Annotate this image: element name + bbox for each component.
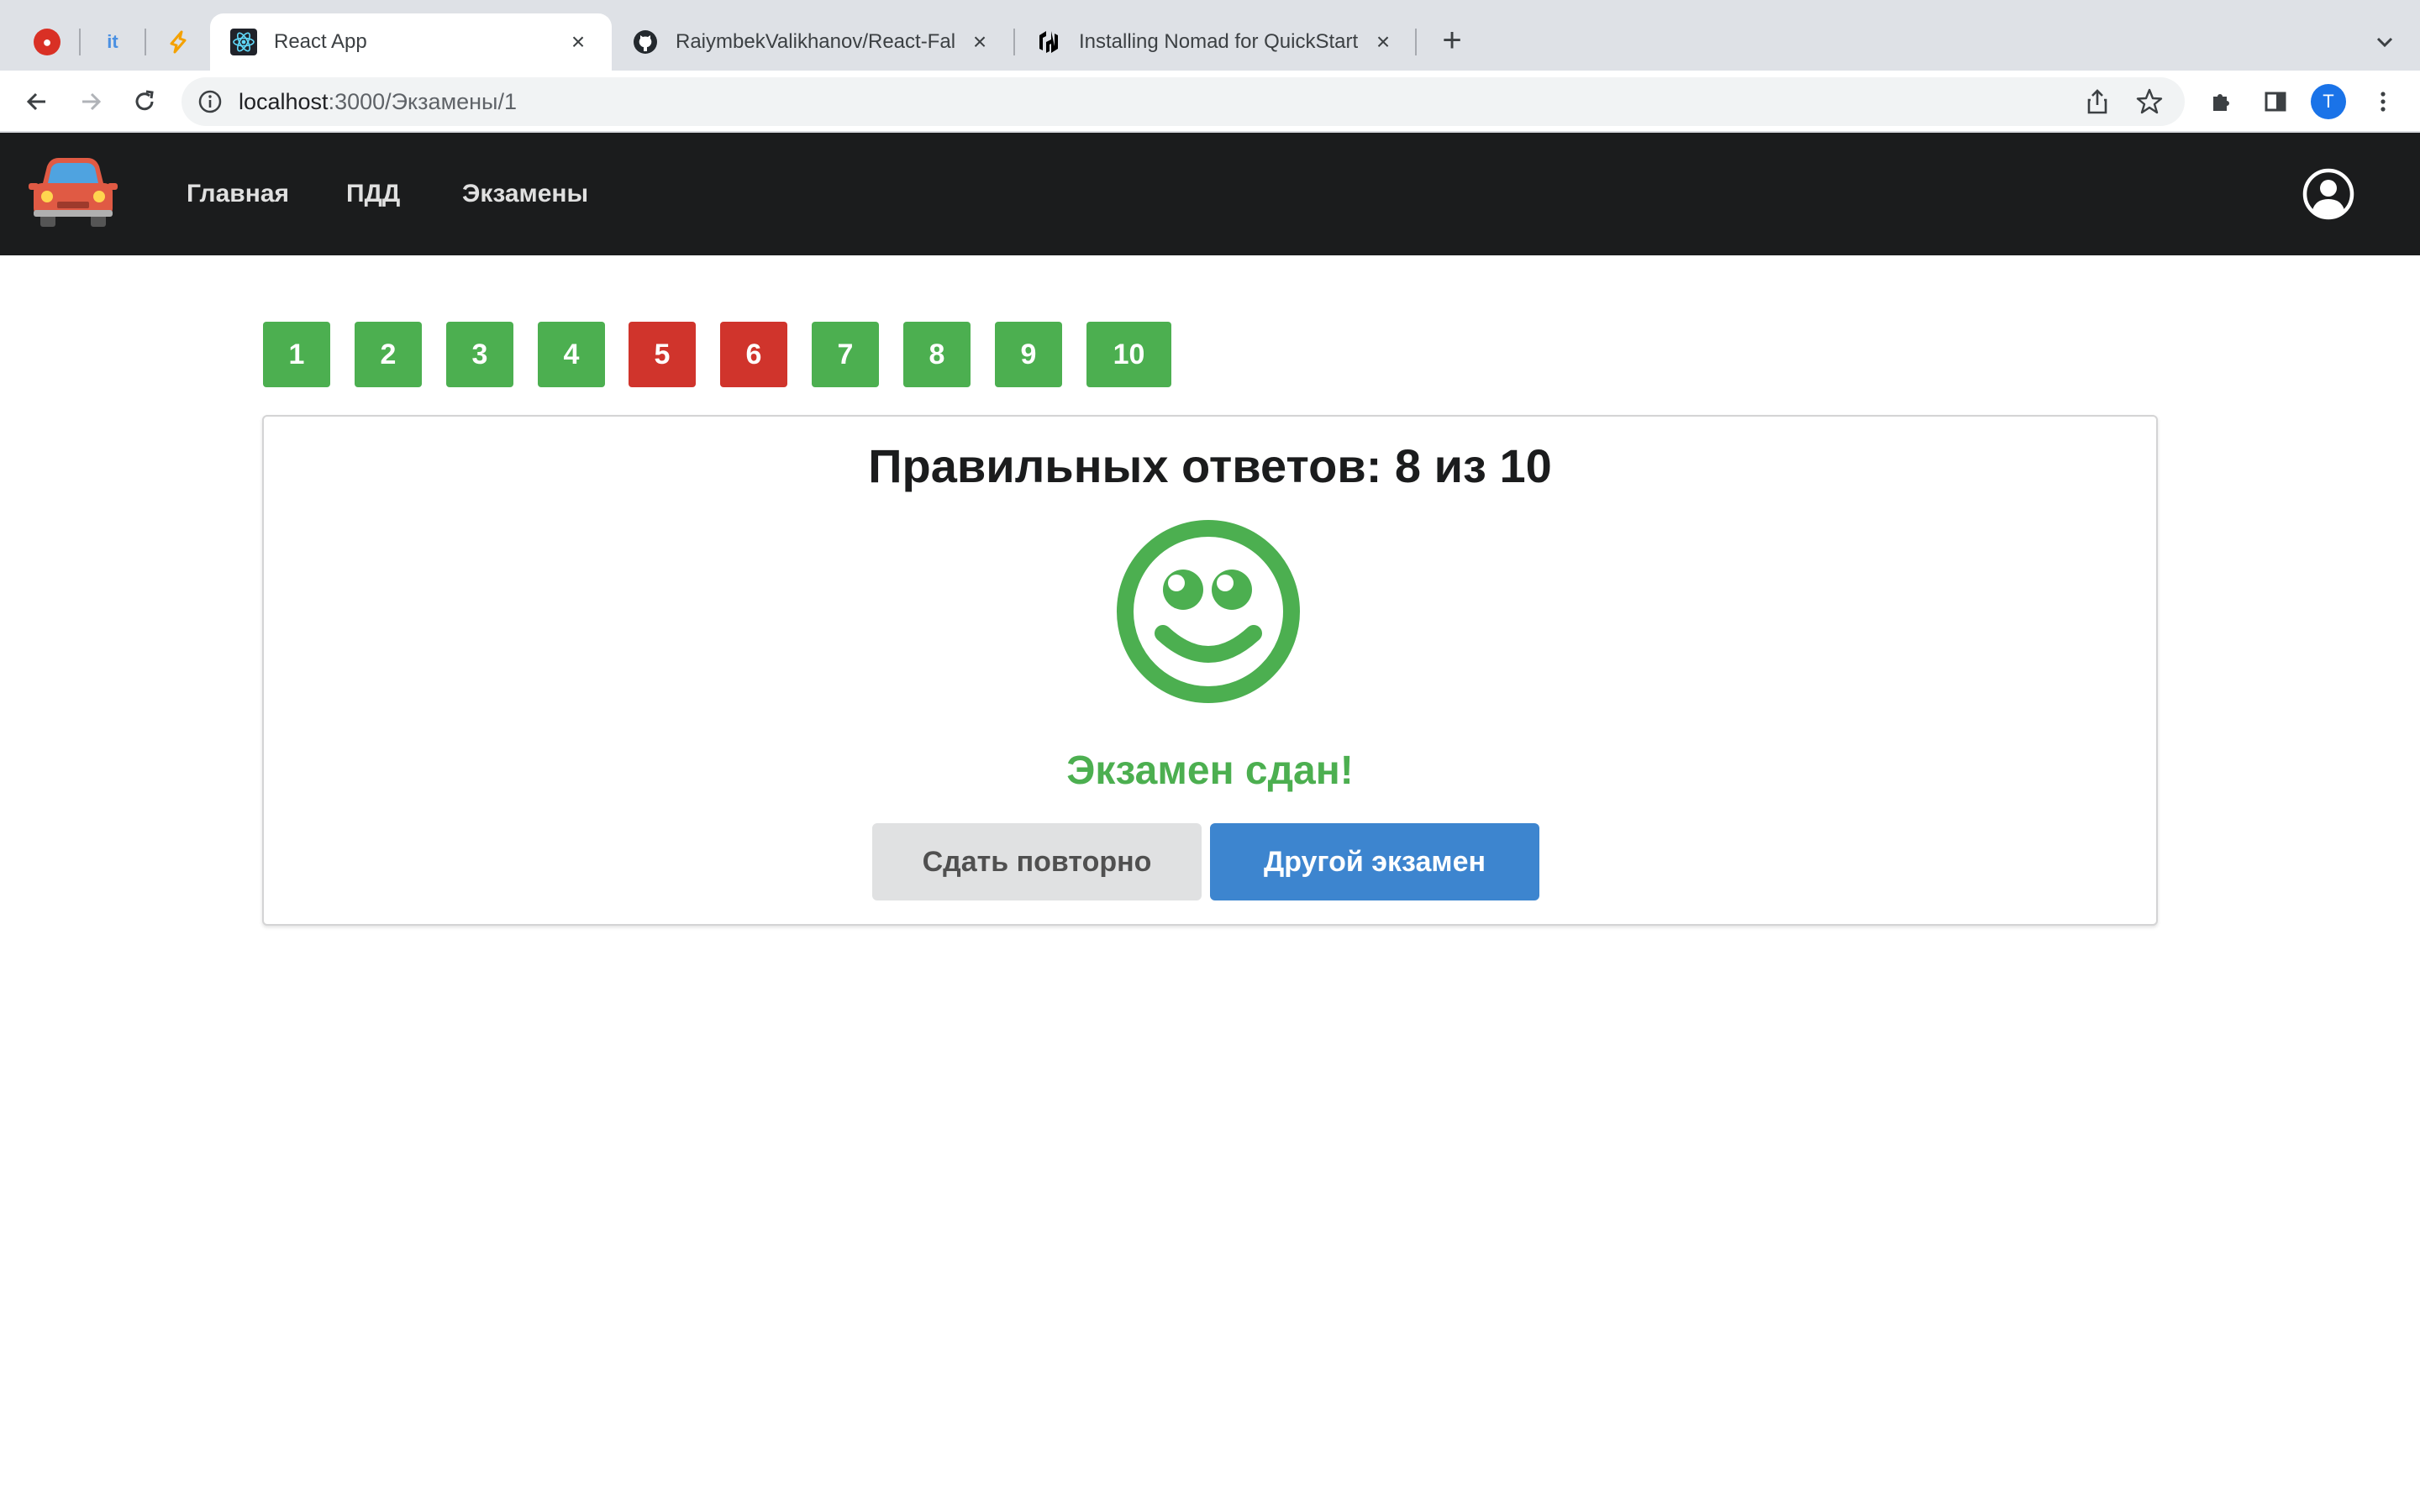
app-navbar: Главная ПДД Экзамены	[0, 133, 2420, 255]
result-card: Правильных ответов: 8 из 10 Экзамен сдан…	[262, 415, 2158, 926]
exam-status: Экзамен сдан!	[1066, 748, 1354, 793]
question-button-1[interactable]: 1	[263, 322, 330, 387]
close-icon[interactable]: ×	[1370, 29, 1397, 55]
profile-avatar[interactable]: T	[2311, 84, 2346, 119]
close-icon[interactable]: ×	[565, 29, 592, 55]
pinned-tab-2[interactable]: it	[87, 18, 138, 66]
more-vertical-icon[interactable]	[2363, 81, 2403, 122]
question-button-4[interactable]: 4	[538, 322, 605, 387]
nav-exams[interactable]: Экзамены	[462, 133, 588, 255]
tab-title: Installing Nomad for QuickStart	[1079, 30, 1359, 53]
pinned-tab-3[interactable]	[153, 18, 203, 66]
share-icon[interactable]	[2082, 87, 2112, 117]
pen-nib-icon	[165, 29, 192, 55]
tab-separator	[79, 29, 81, 55]
browser-tab-strip: ● it React App × RaiymbekValikhanov/Reac…	[0, 0, 2420, 71]
other-exam-button[interactable]: Другой экзамен	[1210, 823, 1539, 900]
question-button-9[interactable]: 9	[995, 322, 1062, 387]
url-path: :3000/Экзамены/1	[328, 89, 517, 114]
result-title: Правильных ответов: 8 из 10	[868, 439, 1552, 492]
nav-home[interactable]: Главная	[187, 133, 289, 255]
question-button-8[interactable]: 8	[903, 322, 971, 387]
browser-toolbar: localhost:3000/Экзамены/1 T	[0, 71, 2420, 133]
back-arrow-icon[interactable]	[17, 81, 57, 122]
extensions-puzzle-icon[interactable]	[2202, 81, 2242, 122]
car-logo-icon[interactable]	[29, 155, 118, 232]
url-text: localhost:3000/Экзамены/1	[239, 88, 517, 115]
smile-icon	[1116, 519, 1301, 704]
tab-separator	[145, 29, 146, 55]
address-bar[interactable]: localhost:3000/Экзамены/1	[182, 77, 2185, 126]
close-icon[interactable]: ×	[966, 29, 993, 55]
side-panel-icon[interactable]	[2255, 81, 2296, 122]
tab-nomad[interactable]: Installing Nomad for QuickStart ×	[1015, 13, 1417, 71]
tab-react-app[interactable]: React App ×	[210, 13, 612, 71]
reload-icon[interactable]	[124, 81, 165, 122]
user-circle-icon[interactable]	[2302, 168, 2354, 220]
nav-traffic-rules[interactable]: ПДД	[346, 133, 400, 255]
retry-button[interactable]: Сдать повторно	[872, 823, 1202, 900]
forward-arrow-icon[interactable]	[71, 81, 111, 122]
info-icon[interactable]	[197, 88, 224, 115]
question-button-5[interactable]: 5	[629, 322, 696, 387]
url-host: localhost	[239, 89, 329, 114]
question-button-10[interactable]: 10	[1086, 322, 1171, 387]
react-icon	[230, 29, 257, 55]
chevron-down-icon[interactable]	[2368, 25, 2402, 59]
bookmark-star-icon[interactable]	[2134, 87, 2165, 117]
question-button-7[interactable]: 7	[812, 322, 879, 387]
red-circle-icon: ●	[34, 29, 60, 55]
question-button-6[interactable]: 6	[720, 322, 787, 387]
new-tab-plus-icon[interactable]: +	[1435, 24, 1469, 59]
tab-title: RaiymbekValikhanov/React-Fal	[676, 30, 956, 53]
tab-separator	[1415, 29, 1417, 55]
github-icon	[632, 29, 659, 55]
hashicorp-icon	[1035, 29, 1062, 55]
question-button-2[interactable]: 2	[355, 322, 422, 387]
tab-github[interactable]: RaiymbekValikhanov/React-Fal ×	[612, 13, 1013, 71]
tab-title: React App	[274, 30, 367, 53]
question-button-3[interactable]: 3	[446, 322, 513, 387]
itc-logo-icon: it	[107, 31, 118, 52]
pinned-tab-1[interactable]: ●	[22, 18, 72, 66]
